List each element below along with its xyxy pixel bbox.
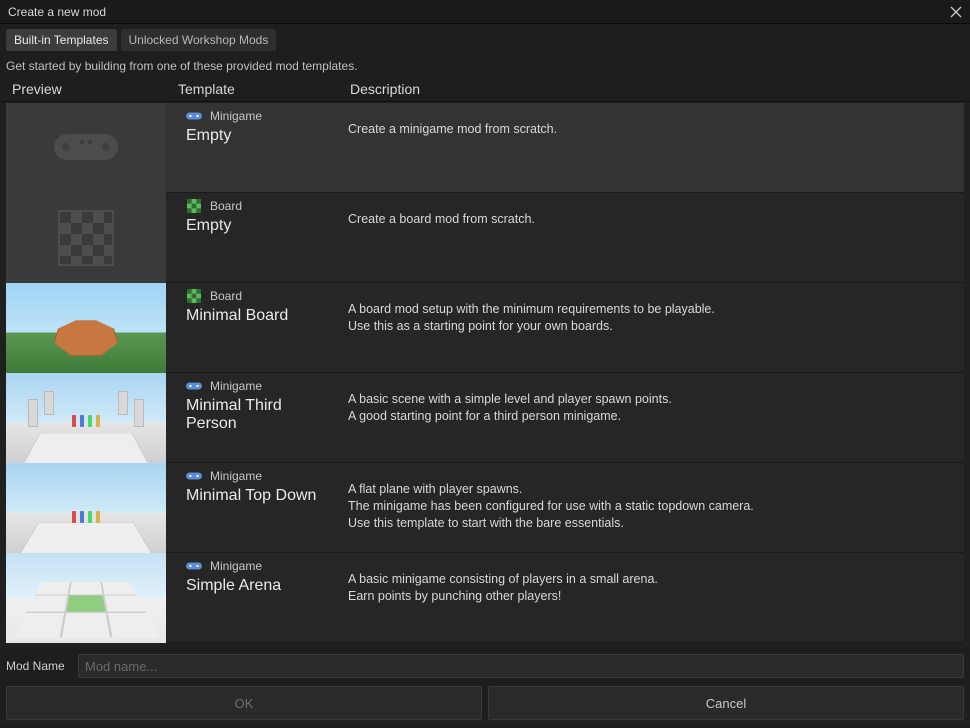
- template-description: Create a minigame mod from scratch.: [338, 103, 964, 192]
- template-list[interactable]: Minigame Empty Create a minigame mod fro…: [0, 102, 970, 648]
- template-thumbnail: [6, 463, 166, 553]
- template-thumbnail: [6, 553, 166, 643]
- template-description: A basic minigame consisting of players i…: [338, 553, 964, 642]
- template-row[interactable]: Minigame Minimal Third Person A basic sc…: [6, 373, 964, 463]
- board-icon: [186, 289, 202, 303]
- template-name: Minimal Third Person: [186, 397, 334, 433]
- close-button[interactable]: [948, 4, 964, 20]
- template-row[interactable]: Minigame Simple Arena A basic minigame c…: [6, 553, 964, 643]
- minigame-icon: [186, 559, 202, 573]
- close-icon: [950, 6, 962, 18]
- gamepad-icon: [46, 122, 126, 175]
- column-header-preview: Preview: [6, 81, 178, 97]
- template-name: Minimal Board: [186, 307, 334, 325]
- column-header-template: Template: [178, 81, 350, 97]
- minigame-icon: [186, 109, 202, 123]
- template-description: A flat plane with player spawns.The mini…: [338, 463, 964, 552]
- template-type-label: Minigame: [210, 109, 262, 123]
- template-thumbnail: [6, 283, 166, 373]
- titlebar: Create a new mod: [0, 0, 970, 24]
- template-row[interactable]: Board Minimal Board A board mod setup wi…: [6, 283, 964, 373]
- template-description: A board mod setup with the minimum requi…: [338, 283, 964, 372]
- cancel-button[interactable]: Cancel: [488, 686, 964, 720]
- minigame-icon: [186, 379, 202, 393]
- window-title: Create a new mod: [8, 5, 106, 19]
- mod-name-label: Mod Name: [6, 659, 68, 673]
- template-description: A basic scene with a simple level and pl…: [338, 373, 964, 462]
- minigame-icon: [186, 469, 202, 483]
- board-icon: [186, 199, 202, 213]
- template-type-label: Board: [210, 289, 242, 303]
- template-type-label: Minigame: [210, 469, 262, 483]
- column-header-description: Description: [350, 81, 964, 97]
- ok-button[interactable]: OK: [6, 686, 482, 720]
- template-name: Minimal Top Down: [186, 487, 334, 505]
- tab-unlocked-workshop-mods[interactable]: Unlocked Workshop Mods: [121, 29, 277, 51]
- mod-name-input[interactable]: [78, 654, 964, 678]
- template-name: Simple Arena: [186, 577, 334, 595]
- template-type-label: Board: [210, 199, 242, 213]
- tab-builtin-templates[interactable]: Built-in Templates: [6, 29, 117, 51]
- template-row[interactable]: Minigame Empty Create a minigame mod fro…: [6, 103, 964, 193]
- template-type-label: Minigame: [210, 559, 262, 573]
- list-header: Preview Template Description: [0, 77, 970, 102]
- template-description: Create a board mod from scratch.: [338, 193, 964, 282]
- template-type-label: Minigame: [210, 379, 262, 393]
- template-row[interactable]: Minigame Minimal Top Down A flat plane w…: [6, 463, 964, 553]
- instructions-text: Get started by building from one of thes…: [0, 51, 970, 77]
- template-thumbnail: [6, 373, 166, 463]
- template-row[interactable]: Board Empty Create a board mod from scra…: [6, 193, 964, 283]
- template-name: Empty: [186, 217, 334, 235]
- template-thumbnail: [6, 103, 166, 193]
- footer: Mod Name OK Cancel: [0, 648, 970, 726]
- tab-bar: Built-in Templates Unlocked Workshop Mod…: [0, 24, 970, 51]
- template-name: Empty: [186, 127, 334, 145]
- checker-icon: [58, 210, 114, 266]
- template-thumbnail: [6, 193, 166, 283]
